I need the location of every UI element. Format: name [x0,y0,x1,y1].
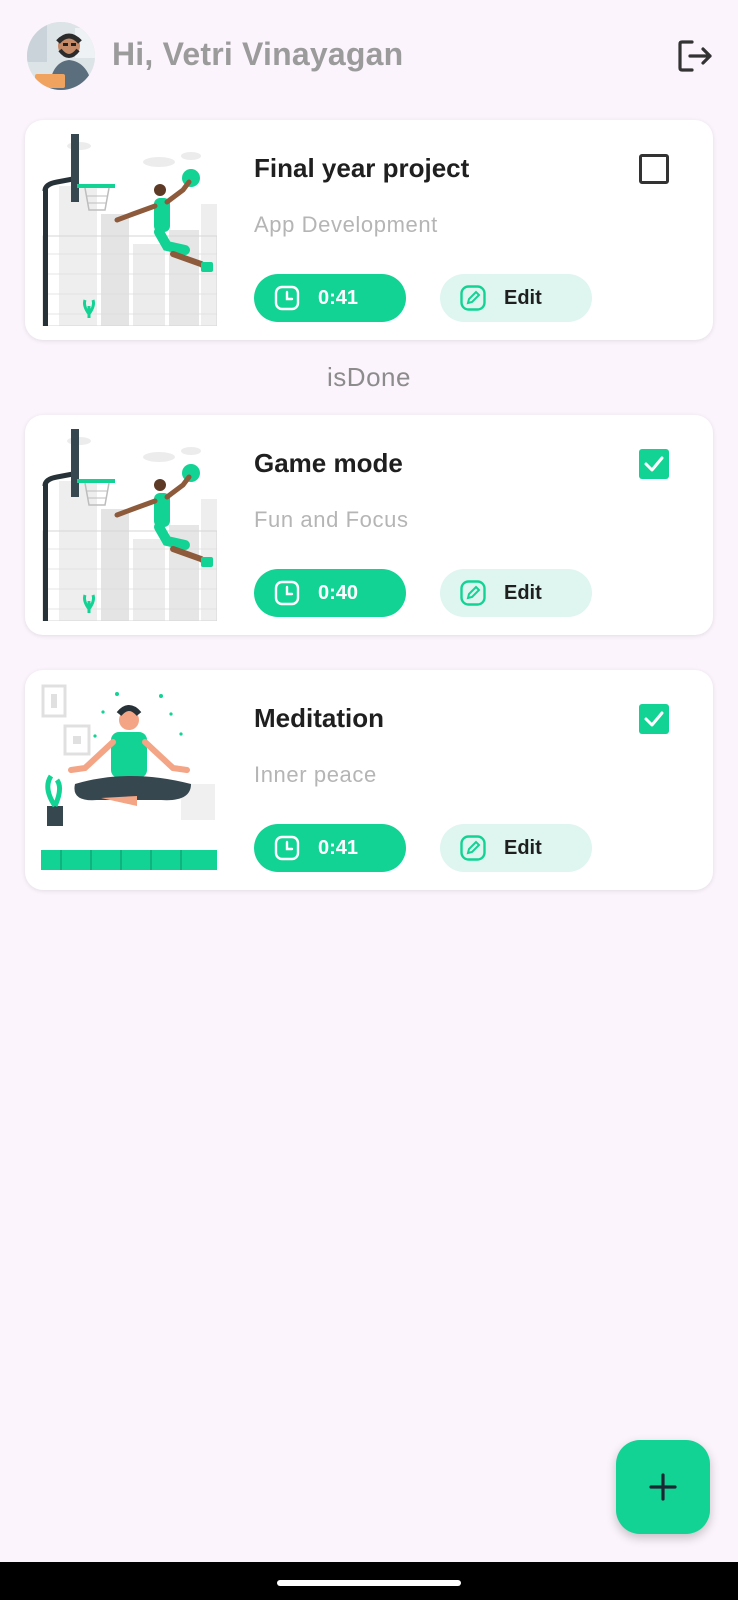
task-card[interactable]: Final year project App Development 0:41 … [25,120,713,340]
clock-icon [274,580,300,606]
header-bar: Hi, Vetri Vinayagan [0,0,738,112]
checkmark-icon [644,711,664,727]
basketball-dunk-illustration [41,134,217,326]
system-navigation-bar [0,1562,738,1600]
home-gesture-handle[interactable] [277,1580,461,1586]
add-task-button[interactable] [616,1440,710,1534]
edit-icon [460,580,486,606]
edit-label: Edit [504,837,542,859]
task-title: Game mode [254,448,403,478]
timer-label: 0:41 [318,287,359,309]
edit-button[interactable]: Edit [440,824,592,872]
done-checkbox[interactable] [639,449,669,479]
clock-icon [274,285,300,311]
timer-button[interactable]: 0:40 [254,569,406,617]
task-title: Final year project [254,153,470,183]
task-card[interactable]: Game mode Fun and Focus 0:40 Edit [25,415,713,635]
timer-label: 0:40 [318,582,359,604]
section-label-done: isDone [327,362,411,392]
checkmark-icon [644,456,664,472]
edit-icon [460,835,486,861]
edit-label: Edit [504,287,542,309]
logout-icon [678,40,712,72]
timer-button[interactable]: 0:41 [254,824,406,872]
edit-button[interactable]: Edit [440,274,592,322]
done-checkbox[interactable] [639,154,669,184]
edit-icon [460,285,486,311]
timer-button[interactable]: 0:41 [254,274,406,322]
clock-icon [274,835,300,861]
task-subtitle: Fun and Focus [254,507,409,532]
plus-icon [649,1473,677,1501]
greeting-text: Hi, Vetri Vinayagan [112,36,404,72]
task-subtitle: Inner peace [254,762,377,787]
user-avatar-photo [27,22,95,90]
edit-button[interactable]: Edit [440,569,592,617]
logout-button[interactable] [676,36,716,76]
done-checkbox[interactable] [639,704,669,734]
task-subtitle: App Development [254,212,438,237]
task-title: Meditation [254,703,384,733]
basketball-dunk-illustration [41,429,217,621]
timer-label: 0:41 [318,837,359,859]
avatar[interactable] [27,22,95,90]
task-card[interactable]: Meditation Inner peace 0:41 Edit [25,670,713,890]
meditation-illustration [41,684,217,876]
edit-label: Edit [504,582,542,604]
